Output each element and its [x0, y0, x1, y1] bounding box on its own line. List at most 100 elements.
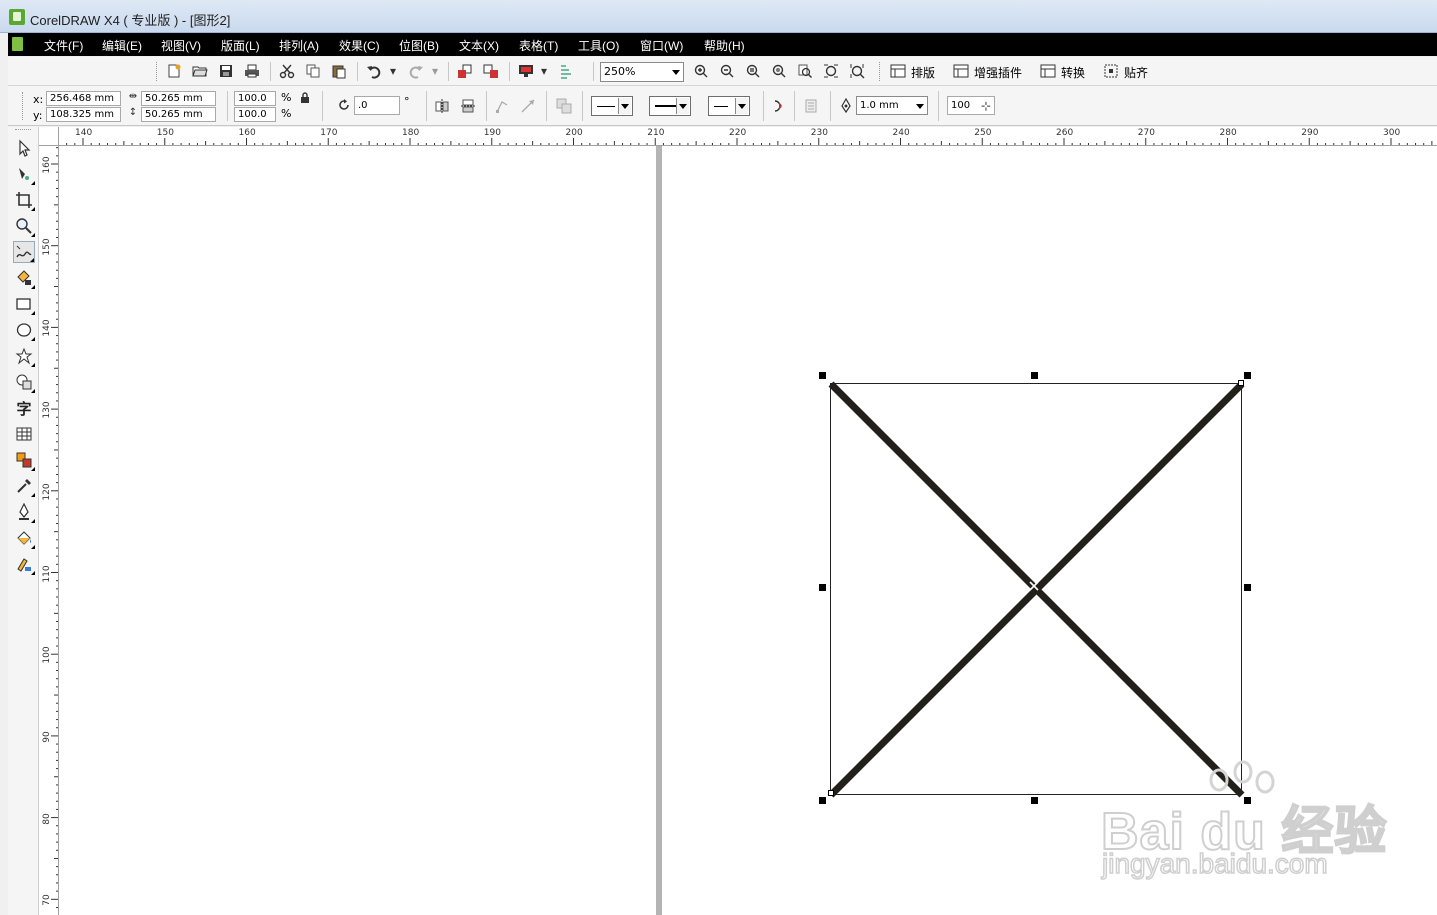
zoom-tool-icon[interactable] — [13, 215, 35, 237]
zoom-out-icon[interactable] — [719, 63, 735, 79]
crop-tool-icon[interactable] — [13, 189, 35, 211]
handle-bottom-left[interactable] — [819, 797, 826, 804]
lock-ratio-icon[interactable] — [299, 91, 311, 105]
handle-middle-left[interactable] — [819, 584, 826, 591]
combine-icon[interactable] — [556, 98, 572, 114]
document-icon[interactable] — [12, 37, 23, 51]
ruler-origin[interactable] — [39, 127, 59, 146]
zoom-selected-icon[interactable] — [745, 63, 761, 79]
object-width-field[interactable]: 50.265 mm — [141, 91, 216, 106]
outline-style-selector[interactable] — [649, 96, 691, 116]
mirror-vertical-icon[interactable] — [460, 98, 476, 114]
zoom-all-objects-icon[interactable] — [771, 63, 787, 79]
menu-arrange[interactable]: 排列(A) — [279, 37, 319, 54]
text-wrap-icon[interactable] — [770, 98, 786, 114]
start-arrowhead-selector[interactable] — [591, 96, 633, 116]
layout-button-label[interactable]: 排版 — [911, 64, 935, 81]
menu-tools[interactable]: 工具(O) — [578, 37, 619, 54]
pick-tool-icon[interactable] — [13, 137, 35, 159]
menu-text[interactable]: 文本(X) — [459, 37, 499, 54]
scale-y-field[interactable]: 100.0 — [234, 107, 276, 122]
toolbar-grip[interactable] — [156, 62, 159, 81]
end-arrowhead-selector[interactable] — [708, 96, 750, 116]
basic-shapes-tool-icon[interactable] — [13, 371, 35, 393]
object-height-field[interactable]: 50.265 mm — [141, 107, 216, 122]
toolbar-grip-2[interactable] — [879, 62, 882, 81]
interactive-blend-tool-icon[interactable] — [13, 449, 35, 471]
smart-fill-tool-icon[interactable] — [13, 267, 35, 289]
welcome-screen-icon[interactable] — [559, 63, 575, 79]
eyedropper-tool-icon[interactable] — [13, 475, 35, 497]
menu-effects[interactable]: 效果(C) — [339, 37, 380, 54]
scale-x-field[interactable]: 100.0 — [234, 91, 276, 106]
snap-toolbar-icon[interactable] — [1103, 63, 1119, 79]
save-icon[interactable] — [218, 63, 234, 79]
zoom-levels-combo[interactable]: 250% — [600, 62, 684, 82]
handle-top-center[interactable] — [1031, 372, 1038, 379]
menu-layout[interactable]: 版面(L) — [221, 37, 260, 54]
convert-button-label[interactable]: 转换 — [1061, 64, 1085, 81]
ellipse-tool-icon[interactable] — [13, 319, 35, 341]
property-bar-grip[interactable] — [22, 92, 25, 120]
launcher-dropdown-icon[interactable]: ▾ — [539, 63, 549, 79]
close-curve-icon[interactable] — [803, 98, 819, 114]
export-icon[interactable] — [483, 63, 499, 79]
menu-bitmaps[interactable]: 位图(B) — [399, 37, 439, 54]
undo-icon[interactable] — [366, 63, 382, 79]
text-tool-icon[interactable]: 字 — [13, 397, 35, 419]
node-top-right[interactable] — [1238, 380, 1244, 386]
paste-icon[interactable] — [331, 63, 347, 79]
undo-dropdown-icon[interactable]: ▾ — [388, 63, 398, 79]
node-bottom-left[interactable] — [828, 790, 834, 796]
reverse-direction-icon[interactable] — [520, 98, 536, 114]
menu-table[interactable]: 表格(T) — [519, 37, 558, 54]
menu-help[interactable]: 帮助(H) — [704, 37, 745, 54]
open-icon[interactable] — [192, 63, 208, 79]
menu-edit[interactable]: 编辑(E) — [102, 37, 142, 54]
application-launcher-icon[interactable] — [518, 63, 534, 79]
polygon-tool-icon[interactable] — [13, 345, 35, 367]
copy-icon[interactable] — [305, 63, 321, 79]
handle-top-right[interactable] — [1244, 372, 1251, 379]
outline-width-combo[interactable]: 1.0 mm — [856, 96, 928, 115]
table-tool-icon[interactable] — [13, 423, 35, 445]
x-position-field[interactable]: 256.468 mm — [46, 91, 121, 106]
handle-top-left[interactable] — [819, 372, 826, 379]
handle-bottom-center[interactable] — [1031, 797, 1038, 804]
freehand-tool-icon[interactable] — [13, 241, 35, 263]
to-curves-icon[interactable] — [495, 98, 511, 114]
rotation-angle-field[interactable]: .0 — [354, 96, 400, 115]
standard-toolbar: ▾ ▾ ▾ 250% 排版 增强插件 转换 贴齐 — [8, 57, 1437, 86]
menu-view[interactable]: 视图(V) — [161, 37, 201, 54]
print-icon[interactable] — [244, 63, 260, 79]
handle-middle-right[interactable] — [1244, 584, 1251, 591]
import-icon[interactable] — [457, 63, 473, 79]
y-position-field[interactable]: 108.325 mm — [46, 107, 121, 122]
redo-dropdown-icon[interactable]: ▾ — [430, 63, 440, 79]
zoom-page-icon[interactable] — [797, 63, 813, 79]
fill-tool-icon[interactable] — [13, 527, 35, 549]
convert-toolbar-icon[interactable] — [1040, 63, 1056, 79]
zoom-page-height-icon[interactable] — [849, 63, 865, 79]
rectangle-tool-icon[interactable] — [13, 293, 35, 315]
outline-width-value: 1.0 mm — [860, 100, 899, 111]
layout-toolbar-icon[interactable] — [890, 63, 906, 79]
shape-tool-icon[interactable] — [13, 163, 35, 185]
horizontal-ruler[interactable]: 140 150 160 170 180 190 200 210 220 230 240 250 260 2… — [59, 127, 1437, 146]
interactive-fill-tool-icon[interactable] — [13, 553, 35, 575]
vertical-ruler[interactable]: 160 150 140 130 120 110 100 90 80 70 — [39, 146, 59, 915]
cut-icon[interactable] — [279, 63, 295, 79]
snap-button-label[interactable]: 贴齐 — [1124, 64, 1148, 81]
new-document-icon[interactable] — [166, 63, 182, 79]
mirror-horizontal-icon[interactable] — [434, 98, 450, 114]
smoothness-slider-icon[interactable]: ⊹ — [978, 97, 994, 114]
outline-tool-icon[interactable] — [13, 501, 35, 523]
plugins-toolbar-icon[interactable] — [953, 63, 969, 79]
menu-window[interactable]: 窗口(W) — [640, 37, 683, 54]
drawing-canvas[interactable]: Bai du 经验 jingyan.baidu.com — [59, 146, 1437, 915]
zoom-page-width-icon[interactable] — [823, 63, 839, 79]
enhanced-plugins-button-label[interactable]: 增强插件 — [974, 64, 1022, 81]
menu-file[interactable]: 文件(F) — [44, 37, 83, 54]
redo-icon[interactable] — [408, 63, 424, 79]
zoom-in-icon[interactable] — [693, 63, 709, 79]
